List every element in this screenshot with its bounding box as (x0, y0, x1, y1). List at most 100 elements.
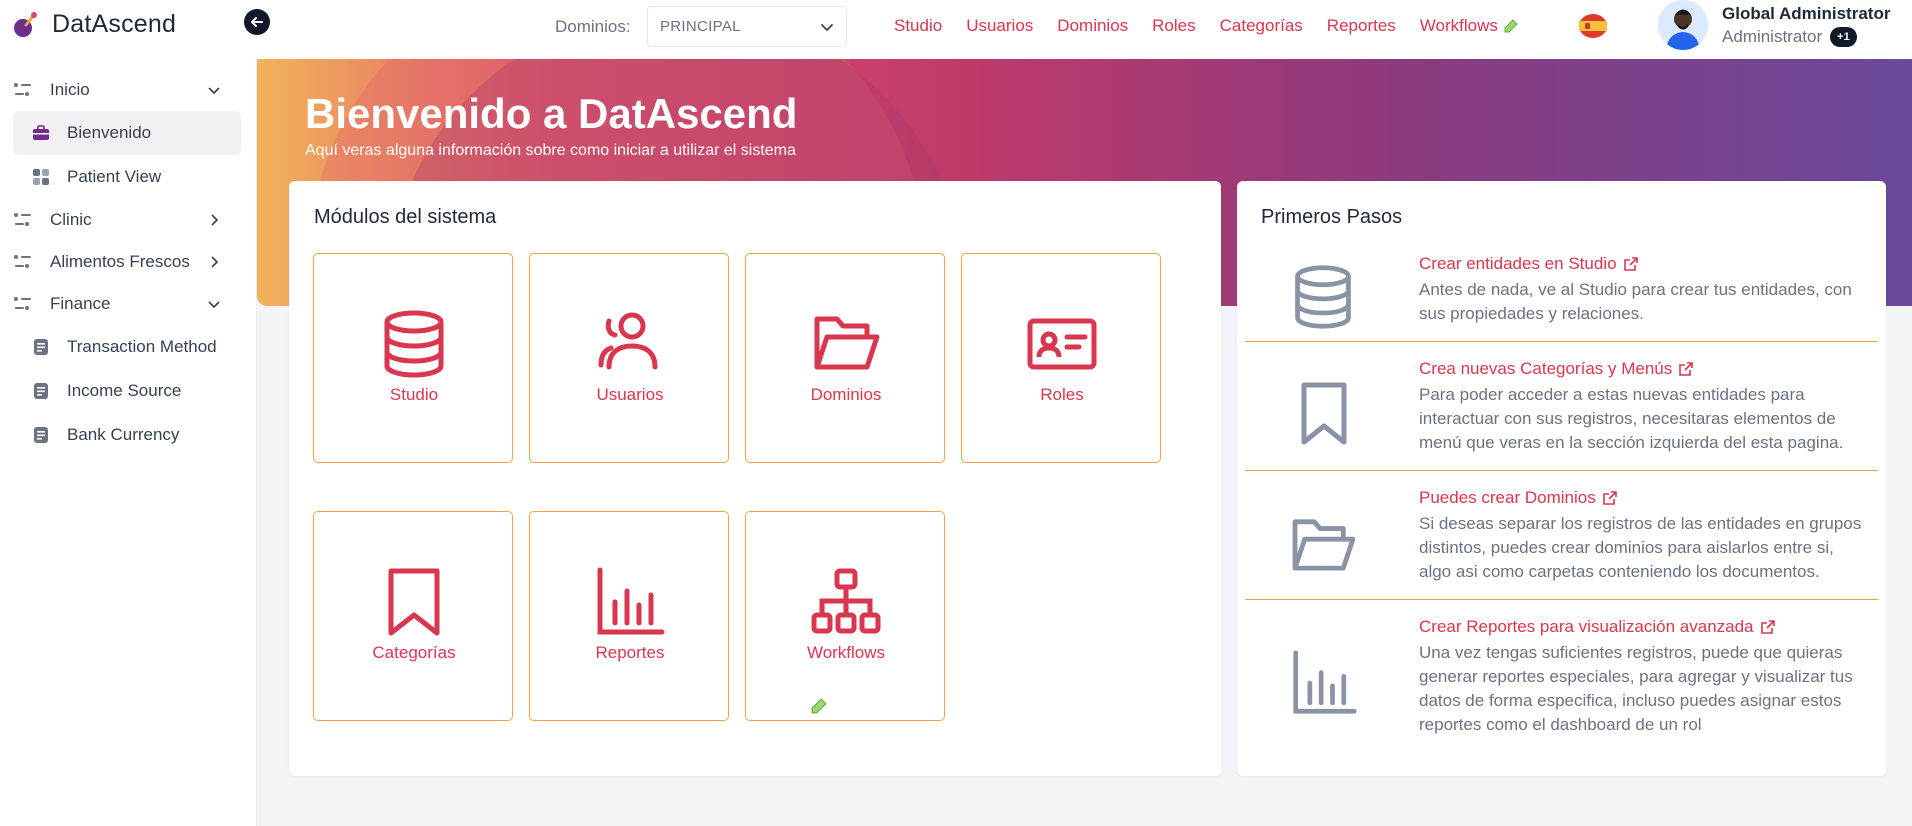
top-bar: DatAscend Dominios: PRINCIPAL Studio Usu… (0, 0, 1912, 59)
step-divider (1245, 470, 1878, 471)
menu-group-icon (14, 213, 31, 226)
nav-reportes[interactable]: Reportes (1327, 16, 1396, 36)
module-label: Roles (1040, 385, 1084, 404)
collapse-sidebar-button[interactable] (244, 9, 270, 35)
sidebar-item-label: Patient View (67, 167, 162, 186)
step-link-reportes[interactable]: Crear Reportes para visualización avanza… (1419, 617, 1776, 637)
roles-count-badge: +1 (1830, 26, 1857, 47)
module-label: Usuarios (596, 385, 664, 404)
sidebar-item-finance[interactable]: Finance (0, 287, 257, 321)
step-link-categorias[interactable]: Crea nuevas Categorías y Menús (1419, 359, 1694, 379)
sidebar-item-inicio[interactable]: Inicio (0, 73, 257, 107)
external-link-icon (1760, 620, 1775, 634)
nav-categorias[interactable]: Categorías (1220, 16, 1303, 36)
sidebar-item-bienvenido[interactable]: Bienvenido (0, 116, 257, 150)
logo-text: DatAscend (52, 10, 177, 38)
sidebar-item-transaction-method[interactable]: Transaction Method (0, 330, 257, 364)
nav-studio[interactable]: Studio (894, 16, 942, 36)
step-link-label: Crear Reportes para visualización avanza… (1419, 617, 1754, 636)
step-link-studio[interactable]: Crear entidades en Studio (1419, 254, 1639, 274)
sidebar-item-label: Income Source (67, 381, 182, 400)
step-divider (1245, 599, 1878, 600)
spain-flag-icon[interactable] (1578, 13, 1608, 39)
step-divider (1245, 341, 1878, 342)
sidebar-item-income-source[interactable]: Income Source (0, 374, 257, 408)
nav-usuarios[interactable]: Usuarios (966, 16, 1033, 36)
document-icon (34, 427, 48, 443)
modules-title: Módulos del sistema (314, 206, 497, 228)
menu-group-icon (14, 297, 31, 310)
module-categorias[interactable]: Categorías (313, 511, 513, 721)
user-avatar-icon (1658, 0, 1708, 50)
module-label: Categorías (372, 643, 456, 662)
first-steps-title: Primeros Pasos (1261, 206, 1403, 228)
menu-group-icon (14, 255, 31, 268)
logo[interactable]: DatAscend (12, 10, 176, 39)
external-link-icon (1679, 362, 1694, 376)
sidebar-item-label: Inicio (50, 80, 90, 99)
bar-chart-icon (597, 567, 665, 635)
step-link-label: Puedes crear Dominios (1419, 488, 1596, 507)
sidebar-item-bank-currency[interactable]: Bank Currency (0, 418, 257, 452)
chevron-down-icon (208, 301, 220, 309)
step-link-label: Crea nuevas Categorías y Menús (1419, 359, 1673, 378)
document-icon (34, 339, 48, 355)
chevron-right-icon (211, 256, 219, 268)
domain-select[interactable]: PRINCIPAL (647, 6, 847, 47)
users-icon (598, 312, 658, 370)
briefcase-icon (33, 125, 49, 140)
bookmark-icon (388, 568, 440, 636)
sidebar-item-label: Finance (50, 294, 111, 313)
nav-workflows-label: Workflows (1419, 16, 1498, 35)
user-name: Global Administrator (1722, 3, 1891, 23)
menu-group-icon (14, 83, 31, 96)
module-reportes[interactable]: Reportes (529, 511, 729, 721)
sidebar-item-alimentos-frescos[interactable]: Alimentos Frescos (0, 245, 257, 279)
nav-workflows[interactable]: Workflows (1420, 16, 1518, 36)
step-link-label: Crear entidades en Studio (1419, 254, 1617, 273)
bar-chart-icon (1293, 650, 1357, 714)
user-role-row: Administrator +1 (1722, 26, 1890, 47)
nav-roles[interactable]: Roles (1152, 16, 1195, 36)
module-label: Workflows (806, 643, 886, 662)
sidebar-item-clinic[interactable]: Clinic (0, 203, 257, 237)
module-roles[interactable]: Roles (961, 253, 1161, 463)
avatar[interactable] (1658, 0, 1708, 50)
user-menu[interactable]: Global Administrator Administrator +1 (1658, 0, 1890, 50)
hero-title: Bienvenido a DatAscend (305, 90, 798, 137)
user-role: Administrator (1722, 26, 1823, 46)
arrow-left-icon (251, 17, 263, 27)
bookmark-icon (1301, 382, 1347, 445)
domain-label: Dominios: (555, 17, 631, 36)
module-workflows[interactable]: Workflows (745, 511, 945, 721)
sidebar-item-label: Transaction Method (67, 337, 217, 356)
sidebar: Inicio Bienvenido Patient View Clinic Al… (0, 59, 257, 826)
chevron-right-icon (211, 214, 219, 226)
module-usuarios[interactable]: Usuarios (529, 253, 729, 463)
document-icon (34, 383, 48, 399)
sidebar-item-label: Clinic (50, 210, 92, 229)
external-link-icon (1602, 491, 1617, 505)
hero-subtitle: Aquí veras alguna información sobre como… (305, 142, 796, 159)
external-link-icon (1623, 257, 1638, 271)
step-link-dominios[interactable]: Puedes crear Dominios (1419, 488, 1618, 508)
module-label: Dominios (810, 385, 882, 404)
module-dominios[interactable]: Dominios (745, 253, 945, 463)
grid-icon (33, 169, 49, 185)
id-card-icon (1027, 318, 1097, 370)
sitemap-icon (811, 568, 881, 634)
sidebar-item-patient-view[interactable]: Patient View (0, 160, 257, 194)
chevron-down-icon (821, 23, 833, 31)
step-description: Si deseas separar los registros de las e… (1419, 514, 1862, 581)
domain-select-value: PRINCIPAL (660, 18, 741, 35)
module-label: Reportes (595, 643, 665, 662)
test-tube-icon (811, 698, 827, 714)
folder-open-icon (814, 316, 880, 370)
user-info: Global Administrator Administrator +1 (1722, 4, 1890, 47)
database-icon (1295, 265, 1351, 329)
test-tube-icon (1504, 19, 1518, 33)
step-description: Antes de nada, ve al Studio para crear t… (1419, 280, 1852, 323)
nav-dominios[interactable]: Dominios (1057, 16, 1128, 36)
step-description: Una vez tengas suficientes registros, pu… (1419, 643, 1853, 734)
module-studio[interactable]: Studio (313, 253, 513, 463)
